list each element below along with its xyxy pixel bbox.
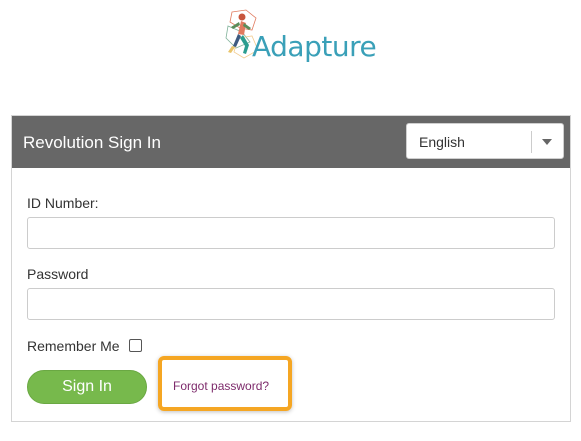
id-number-input[interactable] — [27, 217, 555, 249]
password-label: Password — [27, 266, 89, 282]
signin-panel: Revolution Sign In English ID Number: Pa… — [11, 115, 571, 422]
panel-title: Revolution Sign In — [23, 133, 161, 152]
forgot-password-link[interactable]: Forgot password? — [173, 379, 269, 393]
panel-header: Revolution Sign In English — [12, 116, 570, 168]
language-selected-value: English — [419, 134, 465, 150]
chevron-down-icon[interactable] — [542, 139, 552, 145]
remember-me-checkbox[interactable] — [129, 339, 142, 352]
brand-name: Adapture — [252, 30, 377, 63]
brand-logo: Adapture — [222, 8, 377, 66]
password-input[interactable] — [27, 288, 555, 320]
select-divider — [531, 131, 532, 153]
remember-me-label: Remember Me — [27, 338, 120, 354]
sign-in-button[interactable]: Sign In — [27, 370, 147, 404]
id-number-label: ID Number: — [27, 195, 99, 211]
language-select[interactable]: English — [406, 123, 564, 159]
